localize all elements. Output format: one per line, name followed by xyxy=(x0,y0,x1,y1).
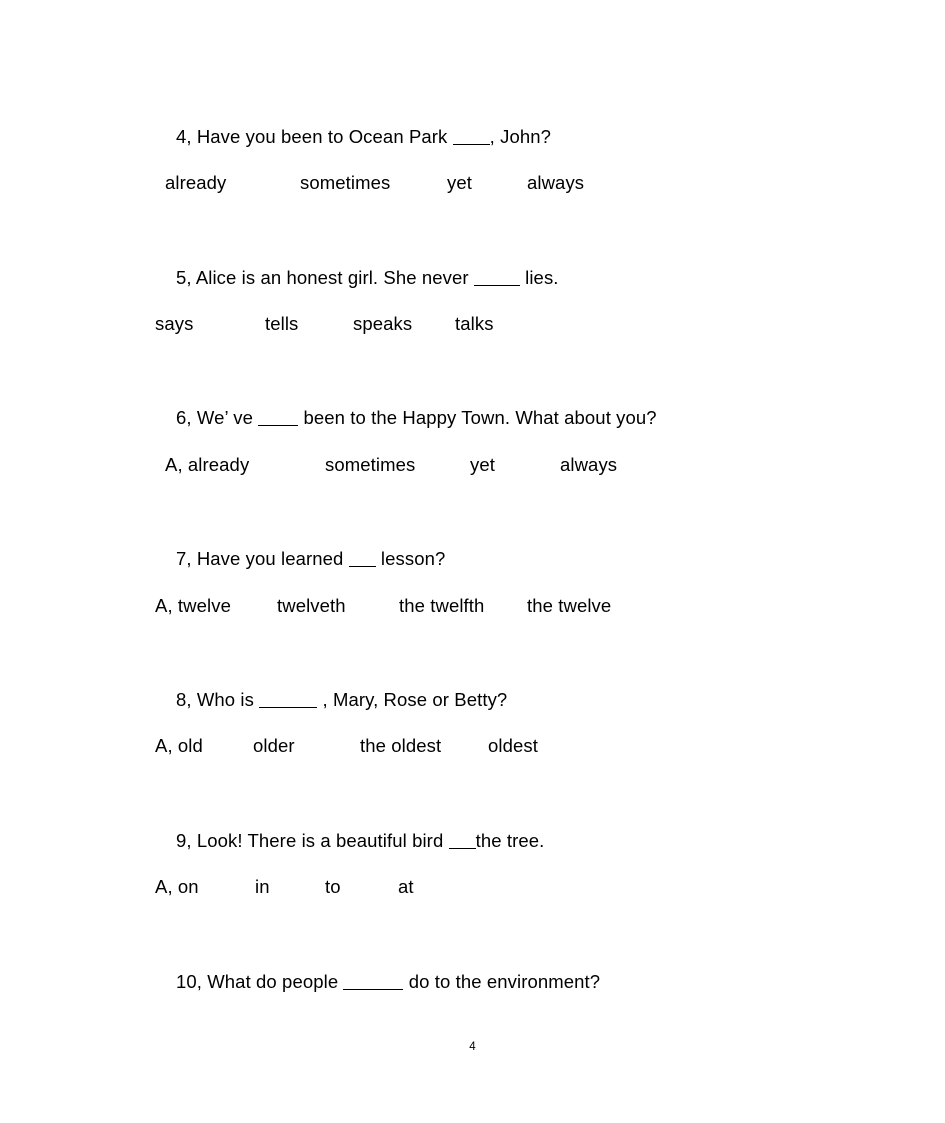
question-6-options: A, already sometimes yet always xyxy=(0,453,945,477)
question-9-option-b[interactable]: in xyxy=(255,875,270,899)
question-4-option-b[interactable]: sometimes xyxy=(300,171,390,195)
question-8-option-c[interactable]: the oldest xyxy=(360,734,441,758)
question-5-options: says tells speaks talks xyxy=(0,312,945,336)
question-8-option-b[interactable]: older xyxy=(253,734,295,758)
question-6-stem-after: been to the Happy Town. What about you? xyxy=(298,407,657,428)
question-7-option-a[interactable]: A, twelve xyxy=(155,594,231,618)
question-7-option-d[interactable]: the twelve xyxy=(527,594,611,618)
question-8-stem-after: , Mary, Rose or Betty? xyxy=(317,689,508,710)
question-8-stem: 8, Who is , Mary, Rose or Betty? xyxy=(155,664,507,736)
question-8-options: A, old older the oldest oldest xyxy=(0,734,945,758)
question-5-option-b[interactable]: tells xyxy=(265,312,298,336)
question-5-blank xyxy=(473,271,520,286)
question-4-stem: 4, Have you been to Ocean Park , John? xyxy=(155,101,551,173)
worksheet-page: 4, Have you been to Ocean Park , John? a… xyxy=(0,0,945,1123)
question-4-stem-before: 4, Have you been to Ocean Park xyxy=(175,126,453,147)
question-7-stem-after: lesson? xyxy=(375,548,446,569)
question-5-stem: 5, Alice is an honest girl. She never li… xyxy=(155,242,559,314)
question-9-stem-before: 9, Look! There is a beautiful bird xyxy=(175,830,449,851)
question-9-option-d[interactable]: at xyxy=(398,875,414,899)
question-6-option-a[interactable]: A, already xyxy=(165,453,249,477)
question-6-option-d[interactable]: always xyxy=(560,453,617,477)
question-9-stem-after: the tree. xyxy=(475,830,545,851)
question-9-option-c[interactable]: to xyxy=(325,875,341,899)
question-8-blank xyxy=(259,693,318,708)
question-7-blank xyxy=(348,552,376,567)
question-6-blank xyxy=(258,411,299,426)
question-7-option-c[interactable]: the twelfth xyxy=(399,594,484,618)
question-5-option-a[interactable]: says xyxy=(155,312,193,336)
question-8-option-d[interactable]: oldest xyxy=(488,734,538,758)
question-5-stem-before: 5, Alice is an honest girl. She never xyxy=(175,267,474,288)
question-6-stem-before: 6, We’ ve xyxy=(175,407,259,428)
question-6-option-c[interactable]: yet xyxy=(470,453,495,477)
page-number: 4 xyxy=(469,1041,476,1053)
question-5-option-c[interactable]: speaks xyxy=(353,312,412,336)
question-10-stem-after: do to the environment? xyxy=(403,971,601,992)
question-9-blank xyxy=(448,834,476,849)
question-8-option-a[interactable]: A, old xyxy=(155,734,203,758)
question-7-option-b[interactable]: twelveth xyxy=(277,594,346,618)
question-7-stem-before: 7, Have you learned xyxy=(175,548,349,569)
question-4-option-d[interactable]: always xyxy=(527,171,584,195)
question-10-blank xyxy=(343,975,404,990)
question-5-option-d[interactable]: talks xyxy=(455,312,494,336)
question-4-option-a[interactable]: already xyxy=(165,171,226,195)
question-6-option-b[interactable]: sometimes xyxy=(325,453,415,477)
question-4-stem-after: , John? xyxy=(489,126,552,147)
question-9-stem: 9, Look! There is a beautiful bird the t… xyxy=(155,805,544,877)
question-6-stem: 6, We’ ve been to the Happy Town. What a… xyxy=(155,382,657,454)
question-8-stem-before: 8, Who is xyxy=(175,689,260,710)
question-9-option-a[interactable]: A, on xyxy=(155,875,199,899)
question-9-options: A, on in to at xyxy=(0,875,945,899)
question-4-options: already sometimes yet always xyxy=(0,171,945,195)
question-4-blank xyxy=(452,130,490,145)
question-10-stem-before: 10, What do people xyxy=(175,971,344,992)
question-10-stem: 10, What do people do to the environment… xyxy=(155,946,600,1018)
question-7-options: A, twelve twelveth the twelfth the twelv… xyxy=(0,594,945,618)
question-5-stem-after: lies. xyxy=(519,267,559,288)
question-7-stem: 7, Have you learned lesson? xyxy=(155,523,445,595)
question-4-option-c[interactable]: yet xyxy=(447,171,472,195)
